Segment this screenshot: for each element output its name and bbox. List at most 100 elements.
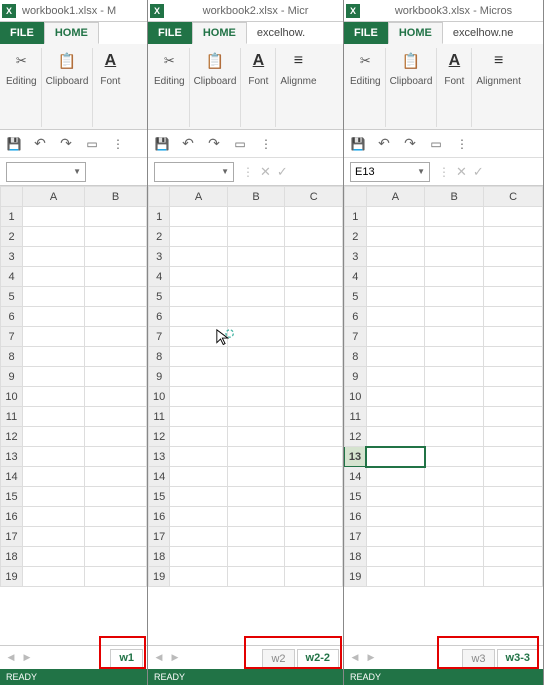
row-header[interactable]: 13	[345, 447, 367, 467]
alignment-button[interactable]	[486, 48, 512, 74]
row-header[interactable]: 8	[149, 347, 170, 367]
row-header[interactable]: 13	[1, 447, 23, 467]
tab-other[interactable]: excelhow.ne	[443, 22, 524, 44]
row-header[interactable]: 10	[1, 387, 23, 407]
sheet-tab[interactable]: w3-3	[497, 649, 539, 669]
row-header[interactable]: 17	[149, 527, 170, 547]
new-button[interactable]	[84, 136, 100, 152]
new-button[interactable]	[428, 136, 444, 152]
row-header[interactable]: 3	[149, 247, 170, 267]
spreadsheet-grid[interactable]: A B C 1 2 3 4 5 6 7 8 9 10 11 12 13 14 1…	[148, 186, 343, 645]
sheet-nav-right[interactable]: ▶	[20, 651, 34, 665]
row-header[interactable]: 15	[149, 487, 170, 507]
paste-button[interactable]	[202, 48, 228, 74]
tab-file[interactable]: FILE	[344, 22, 388, 44]
col-header[interactable]: C	[484, 187, 543, 207]
chevron-down-icon[interactable]: ▼	[73, 167, 81, 176]
sheet-tab[interactable]: w1	[110, 649, 143, 669]
titlebar[interactable]: workbook2.xlsx - Micr	[148, 0, 343, 22]
redo-button[interactable]	[58, 136, 74, 152]
name-box[interactable]: ▼	[154, 162, 234, 182]
cancel-icon[interactable]	[260, 164, 271, 180]
row-header[interactable]: 10	[149, 387, 170, 407]
alignment-button[interactable]	[285, 48, 311, 74]
row-header[interactable]: 19	[149, 567, 170, 587]
accept-icon[interactable]	[473, 164, 484, 180]
row-header[interactable]: 2	[149, 227, 170, 247]
row-header[interactable]: 2	[345, 227, 367, 247]
sheet-nav-left[interactable]: ◀	[348, 651, 362, 665]
undo-button[interactable]	[376, 136, 392, 152]
undo-button[interactable]	[180, 136, 196, 152]
sheet-nav-left[interactable]: ◀	[4, 651, 18, 665]
row-header[interactable]: 11	[149, 407, 170, 427]
accept-icon[interactable]	[277, 164, 288, 180]
select-all-corner[interactable]	[345, 187, 367, 207]
row-header[interactable]: 13	[149, 447, 170, 467]
font-button[interactable]	[441, 48, 467, 74]
col-header[interactable]: A	[23, 187, 85, 207]
row-header[interactable]: 5	[1, 287, 23, 307]
row-header[interactable]: 5	[149, 287, 170, 307]
sheet-tab[interactable]: w2-2	[297, 649, 339, 669]
row-header[interactable]: 4	[149, 267, 170, 287]
row-header[interactable]: 9	[149, 367, 170, 387]
row-header[interactable]: 2	[1, 227, 23, 247]
paste-button[interactable]	[398, 48, 424, 74]
tab-home[interactable]: HOME	[388, 22, 443, 44]
row-header[interactable]: 18	[1, 547, 23, 567]
redo-button[interactable]	[206, 136, 222, 152]
tab-file[interactable]: FILE	[148, 22, 192, 44]
row-header[interactable]: 14	[1, 467, 23, 487]
chevron-down-icon[interactable]: ▼	[417, 167, 425, 176]
row-header[interactable]: 8	[345, 347, 367, 367]
col-header[interactable]: A	[170, 187, 228, 207]
editing-button[interactable]	[8, 48, 34, 74]
row-header[interactable]: 18	[149, 547, 170, 567]
row-header[interactable]: 1	[149, 207, 170, 227]
row-header[interactable]: 7	[345, 327, 367, 347]
col-header[interactable]: B	[425, 187, 484, 207]
row-header[interactable]: 9	[345, 367, 367, 387]
customize-button[interactable]	[454, 136, 470, 152]
row-header[interactable]: 14	[345, 467, 367, 487]
col-header[interactable]: A	[366, 187, 425, 207]
chevron-down-icon[interactable]: ▼	[221, 167, 229, 176]
save-button[interactable]	[6, 136, 22, 152]
row-header[interactable]: 9	[1, 367, 23, 387]
font-button[interactable]	[245, 48, 271, 74]
sheet-nav-right[interactable]: ▶	[364, 651, 378, 665]
row-header[interactable]: 16	[149, 507, 170, 527]
row-header[interactable]: 12	[149, 427, 170, 447]
row-header[interactable]: 6	[149, 307, 170, 327]
row-header[interactable]: 18	[345, 547, 367, 567]
tab-other[interactable]: excelhow.	[247, 22, 315, 44]
col-header[interactable]: C	[285, 187, 343, 207]
row-header[interactable]: 3	[345, 247, 367, 267]
select-all-corner[interactable]	[149, 187, 170, 207]
save-button[interactable]	[154, 136, 170, 152]
row-header[interactable]: 17	[1, 527, 23, 547]
row-header[interactable]: 7	[1, 327, 23, 347]
name-box[interactable]: ▼	[6, 162, 86, 182]
row-header[interactable]: 5	[345, 287, 367, 307]
save-button[interactable]	[350, 136, 366, 152]
col-header[interactable]: B	[227, 187, 285, 207]
row-header[interactable]: 4	[1, 267, 23, 287]
row-header[interactable]: 6	[1, 307, 23, 327]
titlebar[interactable]: workbook1.xlsx - M	[0, 0, 147, 22]
col-header[interactable]: B	[85, 187, 147, 207]
spreadsheet-grid[interactable]: A B 1 2 3 4 5 6 7 8 9 10 11 12 13 14 15 …	[0, 186, 147, 645]
row-header[interactable]: 16	[345, 507, 367, 527]
editing-button[interactable]	[352, 48, 378, 74]
customize-button[interactable]	[258, 136, 274, 152]
spreadsheet-grid[interactable]: A B C 1 2 3 4 5 6 7 8 9 10 11 12 13 14 1…	[344, 186, 543, 645]
tab-home[interactable]: HOME	[44, 22, 99, 44]
row-header[interactable]: 3	[1, 247, 23, 267]
row-header[interactable]: 11	[345, 407, 367, 427]
editing-button[interactable]	[156, 48, 182, 74]
row-header[interactable]: 4	[345, 267, 367, 287]
redo-button[interactable]	[402, 136, 418, 152]
row-header[interactable]: 16	[1, 507, 23, 527]
paste-button[interactable]	[54, 48, 80, 74]
